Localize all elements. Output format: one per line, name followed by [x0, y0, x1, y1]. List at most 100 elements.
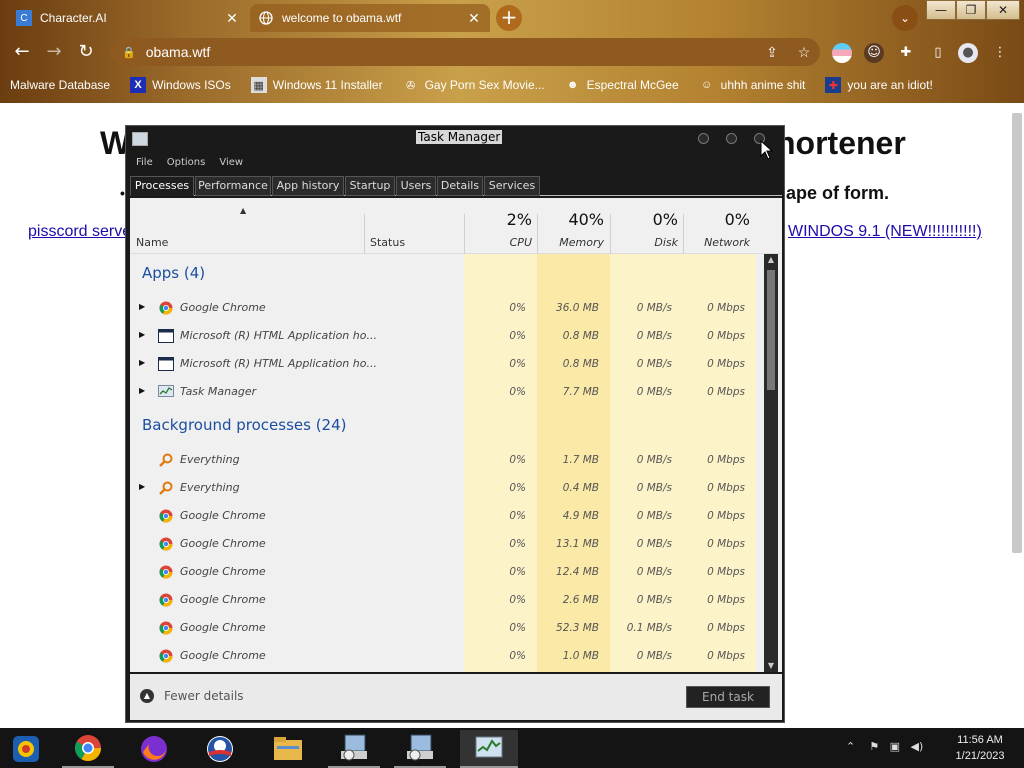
- taskbar-task-manager-icon[interactable]: [460, 730, 518, 768]
- scroll-down-icon[interactable]: ▼: [764, 660, 778, 672]
- share-icon[interactable]: ⇪: [756, 44, 788, 61]
- column-disk[interactable]: Disk: [616, 236, 678, 249]
- expand-arrow-icon[interactable]: ▶: [139, 482, 145, 491]
- scroll-up-icon[interactable]: ▲: [764, 254, 778, 266]
- process-cpu: 0%: [509, 650, 526, 662]
- process-rows: Apps (4) ▶ Google Chrome 0% 36.0 MB 0 MB/s 0 M…: [130, 254, 762, 670]
- tab-app-history[interactable]: App history: [272, 176, 344, 196]
- process-row[interactable]: Google Chrome 0% 1.0 MB 0 MB/s 0 Mbps: [130, 642, 762, 670]
- column-cpu[interactable]: CPU: [470, 236, 532, 249]
- minimize-window-icon[interactable]: —: [926, 0, 956, 20]
- windos-link[interactable]: WINDOS 9.1 (NEW!!!!!!!!!!!): [788, 223, 982, 241]
- process-scrollbar[interactable]: ▲ ▼: [764, 254, 778, 672]
- restore-window-icon[interactable]: ❐: [956, 0, 986, 20]
- tab-details[interactable]: Details: [437, 176, 483, 196]
- tab-startup[interactable]: Startup: [345, 176, 395, 196]
- process-row[interactable]: ▶ Google Chrome 0% 36.0 MB 0 MB/s 0 Mbps: [130, 294, 762, 322]
- trans-flag-extension-icon[interactable]: [832, 43, 852, 63]
- clock-time: 11:56 AM: [957, 734, 1003, 746]
- taskbar-hta-app-icon[interactable]: [328, 730, 380, 768]
- back-icon[interactable]: ←: [10, 40, 34, 64]
- process-net: 0 Mbps: [707, 482, 745, 494]
- process-row[interactable]: Google Chrome 0% 12.4 MB 0 MB/s 0 Mbps: [130, 558, 762, 586]
- bookmark-item[interactable]: ☻ Espectral McGee: [565, 77, 679, 93]
- maximize-icon[interactable]: [726, 133, 737, 144]
- tab-performance[interactable]: Performance: [195, 176, 271, 196]
- bookmark-item[interactable]: ☺ uhhh anime shit: [699, 77, 805, 93]
- column-divider: [464, 214, 465, 254]
- process-row[interactable]: ▶ Task Manager 0% 7.7 MB 0 MB/s 0 Mbps: [130, 378, 762, 406]
- action-center-flag-icon[interactable]: ⚑: [869, 740, 879, 753]
- bookmark-star-icon[interactable]: ☆: [788, 44, 820, 61]
- process-disk: 0 MB/s: [636, 358, 672, 370]
- avatar-extension-icon[interactable]: ☺: [864, 43, 884, 63]
- menu-file[interactable]: File: [136, 157, 153, 168]
- network-icon[interactable]: ▣: [890, 740, 900, 753]
- process-row[interactable]: Google Chrome 0% 2.6 MB 0 MB/s 0 Mbps: [130, 586, 762, 614]
- process-disk: 0 MB/s: [636, 482, 672, 494]
- tab-obama-wtf[interactable]: welcome to obama.wtf ✕: [250, 4, 490, 32]
- tab-character-ai[interactable]: C Character.AI ✕: [8, 4, 248, 32]
- movie-icon: ✇: [405, 79, 416, 92]
- process-row[interactable]: Google Chrome 0% 13.1 MB 0 MB/s 0 Mbps: [130, 530, 762, 558]
- minimize-icon[interactable]: [698, 133, 709, 144]
- page-scrollbar[interactable]: [1012, 113, 1022, 553]
- task-manager-footer: ▲ Fewer details End task: [130, 674, 782, 720]
- taskbar-file-explorer-icon[interactable]: [262, 730, 314, 768]
- process-name: Google Chrome: [180, 565, 266, 578]
- new-tab-button[interactable]: +: [496, 5, 522, 31]
- clock-date: 1/21/2023: [955, 750, 1005, 762]
- close-tab-icon[interactable]: ✕: [224, 10, 240, 27]
- bookmark-item[interactable]: ▦ Windows 11 Installer: [250, 77, 383, 93]
- side-panel-icon[interactable]: ▯: [928, 43, 948, 63]
- address-bar[interactable]: 🔒 obama.wtf ⇪ ☆: [110, 38, 820, 66]
- process-row[interactable]: Everything 0% 1.7 MB 0 MB/s 0 Mbps: [130, 446, 762, 474]
- expand-arrow-icon[interactable]: ▶: [139, 358, 145, 367]
- bookmark-item[interactable]: X Windows ISOs: [130, 77, 231, 93]
- taskbar-hta-app-icon[interactable]: [394, 730, 446, 768]
- process-cpu: 0%: [509, 358, 526, 370]
- menu-view[interactable]: View: [219, 157, 243, 168]
- column-memory[interactable]: Memory: [542, 236, 604, 249]
- taskbar-chrome-icon[interactable]: [62, 730, 114, 768]
- disk-total: 0%: [652, 210, 678, 229]
- clock[interactable]: 11:56 AM 1/21/2023: [940, 732, 1020, 764]
- menu-options[interactable]: Options: [167, 157, 206, 168]
- expand-arrow-icon[interactable]: ▶: [139, 386, 145, 395]
- start-button[interactable]: [0, 730, 52, 768]
- scroll-thumb[interactable]: [767, 270, 775, 390]
- end-task-button[interactable]: End task: [686, 686, 770, 708]
- task-manager-titlebar[interactable]: Task Manager: [126, 126, 784, 160]
- tab-services[interactable]: Services: [484, 176, 540, 196]
- forward-icon[interactable]: →: [42, 40, 66, 64]
- reload-icon[interactable]: ↻: [74, 40, 98, 64]
- process-row[interactable]: Google Chrome 0% 52.3 MB 0.1 MB/s 0 Mbps: [130, 614, 762, 642]
- bookmark-item[interactable]: Malware Database: [10, 78, 110, 92]
- pisscord-link[interactable]: pisscord serve: [28, 223, 131, 241]
- process-row[interactable]: Google Chrome 0% 4.9 MB 0 MB/s 0 Mbps: [130, 502, 762, 530]
- extensions-puzzle-icon[interactable]: ✚: [896, 43, 916, 63]
- taskbar-firefox-icon[interactable]: [128, 730, 180, 768]
- fewer-details-button[interactable]: ▲ Fewer details: [140, 689, 244, 703]
- tab-processes[interactable]: Processes: [130, 176, 194, 196]
- column-name[interactable]: Name: [136, 236, 168, 249]
- close-window-icon[interactable]: ✕: [986, 0, 1020, 20]
- expand-arrow-icon[interactable]: ▶: [139, 302, 145, 311]
- column-network[interactable]: Network: [684, 236, 750, 249]
- menu-kebab-icon[interactable]: ⋮: [990, 43, 1010, 63]
- taskbar-obama-logo-icon[interactable]: [194, 730, 246, 768]
- profile-avatar-icon[interactable]: ●: [958, 43, 978, 63]
- expand-arrow-icon[interactable]: ▶: [139, 330, 145, 339]
- close-tab-icon[interactable]: ✕: [466, 10, 482, 27]
- tray-expand-icon[interactable]: ⌃: [846, 740, 855, 753]
- process-row[interactable]: ▶ Microsoft (R) HTML Application ho... 0% 0…: [130, 322, 762, 350]
- tab-users[interactable]: Users: [396, 176, 436, 196]
- column-status[interactable]: Status: [370, 236, 405, 249]
- process-row[interactable]: ▶ Microsoft (R) HTML Application ho... 0% 0…: [130, 350, 762, 378]
- volume-icon[interactable]: ◀): [911, 740, 924, 753]
- tab-bar: Processes Performance App history Startu…: [130, 174, 782, 196]
- tab-search-icon[interactable]: ⌄: [892, 5, 918, 31]
- bookmark-item[interactable]: ✚ you are an idiot!: [825, 77, 933, 93]
- bookmark-item[interactable]: ✇ Gay Porn Sex Movie...: [403, 77, 545, 93]
- process-row[interactable]: ▶ Everything 0% 0.4 MB 0 MB/s 0 Mbps: [130, 474, 762, 502]
